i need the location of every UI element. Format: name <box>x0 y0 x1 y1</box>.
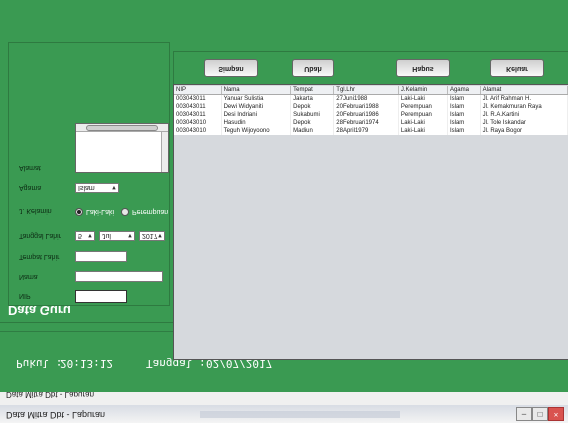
column-header-jenis-kelamin[interactable]: J.Kelamin <box>398 86 448 95</box>
column-header-alamat[interactable]: Alamat <box>480 86 568 95</box>
cell-nip: 003043011 <box>174 111 222 119</box>
window-title: Data Mitra Dbt - Lapuran <box>6 410 106 420</box>
table-row[interactable]: 003043011 Dewi Widyaniti Depok 20Februar… <box>174 103 568 111</box>
main-panel: Pukul : 20:13:12 Tanggal : 02/07/2017 Da… <box>0 0 568 392</box>
jenis-kelamin-label: J. Kelamin <box>19 207 52 214</box>
cell-tempat: Sukabumi <box>290 111 334 119</box>
chevron-down-icon: ▼ <box>111 184 117 190</box>
nama-label: Nama <box>19 273 38 280</box>
form-panel: NIP Nama Tempat Lahir Tanggal Lahir 5 ▼ J… <box>8 42 170 306</box>
column-header-tempat[interactable]: Tempat <box>290 86 334 95</box>
cell-alamat: Jl. Tole Iskandar <box>480 119 568 127</box>
radio-perempuan[interactable]: Perempuan <box>121 208 168 216</box>
button-panel: Simpan Ubah Hapus Keluar <box>173 51 568 85</box>
table-row[interactable]: 003043010 Teguh Wijoyoono Madiun 28April… <box>174 127 568 135</box>
cell-tgl-lhr: 27Juni1988 <box>333 94 399 103</box>
agama-select[interactable]: Islam ▼ <box>75 183 119 193</box>
cell-alamat: Jl. R.A.Kartini <box>480 111 568 119</box>
tanggal-year-select[interactable]: 2017 ▼ <box>139 231 165 241</box>
cell-nip: 003043011 <box>174 103 222 111</box>
cell-jenis-kelamin: Laki-Laki <box>398 127 448 135</box>
cell-nip: 003043011 <box>174 94 222 103</box>
nama-field[interactable] <box>75 271 163 282</box>
tanggal-month-value: Jul <box>102 232 111 239</box>
cell-agama: Islam <box>447 111 481 119</box>
chevron-down-icon: ▼ <box>127 232 133 238</box>
cell-jenis-kelamin: Perempuan <box>398 111 448 119</box>
table-row[interactable]: 003043010 Hasudin Depok 28Februari1974 L… <box>174 119 568 127</box>
radio-perempuan-label: Perempuan <box>132 208 169 216</box>
menu-bar: Data Mitra Dbt - Lapuran <box>0 390 568 405</box>
table-header-row: NIP Nama Tempat Tgl.Lhr J.Kelamin Agama … <box>174 86 568 95</box>
chevron-down-icon: ▼ <box>87 232 93 238</box>
cell-tgl-lhr: 20Februari1986 <box>333 111 399 119</box>
cell-agama: Islam <box>447 103 481 111</box>
radio-dot-icon <box>75 208 83 216</box>
cell-tempat: Depok <box>290 103 334 111</box>
radio-laki-laki[interactable]: Laki-Laki <box>75 208 114 216</box>
maximize-icon[interactable]: □ <box>532 407 548 421</box>
keluar-button[interactable]: Keluar <box>490 59 544 77</box>
cell-alamat: Jl. Kemakmuran Raya <box>480 103 568 111</box>
time-label: Pukul : <box>16 357 63 370</box>
scroll-thumb[interactable] <box>86 125 158 131</box>
cell-nama: Teguh Wijoyoono <box>221 127 291 135</box>
agama-value: Islam <box>78 184 95 191</box>
tanggal-year-value: 2017 <box>142 232 158 239</box>
data-table-panel: NIP Nama Tempat Tgl.Lhr J.Kelamin Agama … <box>173 84 568 360</box>
cell-tempat: Jakarta <box>290 94 334 103</box>
cell-agama: Islam <box>447 127 481 135</box>
alamat-horizontal-scrollbar[interactable] <box>76 124 168 132</box>
cell-jenis-kelamin: Laki-Laki <box>398 119 448 127</box>
cell-nama: Hasudin <box>221 119 291 127</box>
column-header-nip[interactable]: NIP <box>174 86 222 95</box>
cell-nip: 003043010 <box>174 119 222 127</box>
time-value: 20:13:12 <box>60 357 113 370</box>
column-header-agama[interactable]: Agama <box>447 86 481 95</box>
tempat-lahir-field[interactable] <box>75 251 127 262</box>
radio-laki-laki-label: Laki-Laki <box>86 208 115 216</box>
cell-alamat: Jl. Raya Bogor <box>480 127 568 135</box>
cell-tempat: Madiun <box>290 127 334 135</box>
title-bar-blurred-area <box>200 411 400 418</box>
cell-nama: Yanuar Sulistia <box>221 94 291 103</box>
hapus-button[interactable]: Hapus <box>396 59 450 77</box>
tanggal-day-select[interactable]: 5 ▼ <box>75 231 95 241</box>
ubah-button[interactable]: Ubah <box>292 59 334 77</box>
guru-table: NIP Nama Tempat Tgl.Lhr J.Kelamin Agama … <box>174 86 568 135</box>
tanggal-month-select[interactable]: Jul ▼ <box>99 231 135 241</box>
nip-field[interactable] <box>75 290 127 303</box>
app-window: Data Mitra Dbt - Lapuran – □ × Data Mitr… <box>0 0 568 423</box>
table-row[interactable]: 003043011 Yanuar Sulistia Jakarta 27Juni… <box>174 94 568 103</box>
cell-agama: Islam <box>447 119 481 127</box>
cell-jenis-kelamin: Perempuan <box>398 103 448 111</box>
table-row[interactable]: 003043011 Desi Indriani Sukabumi 20Febru… <box>174 111 568 119</box>
cell-agama: Islam <box>447 94 481 103</box>
column-header-nama[interactable]: Nama <box>221 86 291 95</box>
agama-label: Agama <box>19 184 42 191</box>
cell-tgl-lhr: 28Februari1974 <box>333 119 399 127</box>
tanggal-lahir-label: Tanggal Lahir <box>19 232 62 239</box>
column-header-tgl-lhr[interactable]: Tgl.Lhr <box>333 86 399 95</box>
chevron-down-icon: ▼ <box>157 232 163 238</box>
cell-alamat: Jl. Arif Rahman H. <box>480 94 568 103</box>
cell-nip: 003043010 <box>174 127 222 135</box>
tanggal-day-value: 5 <box>78 232 82 239</box>
alamat-textarea[interactable] <box>75 123 169 173</box>
cell-nama: Desi Indriani <box>221 111 291 119</box>
title-bar: Data Mitra Dbt - Lapuran – □ × <box>0 404 568 423</box>
close-icon[interactable]: × <box>548 407 564 421</box>
nip-label: NIP <box>19 292 31 299</box>
cell-tgl-lhr: 20Februari1988 <box>333 103 399 111</box>
alamat-label: Alamat <box>19 164 41 171</box>
cell-tgl-lhr: 28April1979 <box>333 127 399 135</box>
cell-nama: Dewi Widyaniti <box>221 103 291 111</box>
cell-jenis-kelamin: Laki-Laki <box>398 94 448 103</box>
cell-tempat: Depok <box>290 119 334 127</box>
radio-dot-icon <box>121 208 129 216</box>
minimize-icon[interactable]: – <box>516 407 532 421</box>
simpan-button[interactable]: Simpan <box>204 59 258 77</box>
tempat-lahir-label: Tempat Lahir <box>19 253 60 260</box>
